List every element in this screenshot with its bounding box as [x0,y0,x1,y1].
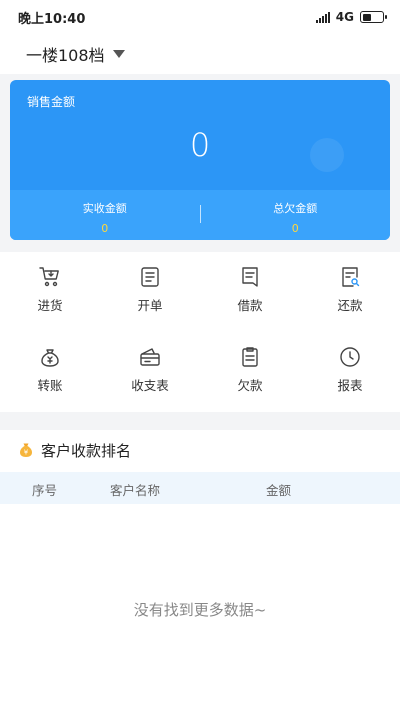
menu-item-invoice[interactable]: 开单 [100,252,200,332]
clock-icon [340,347,360,367]
received-amount: 实收金额 0 [10,190,200,240]
column-amount: 金额 [266,483,292,498]
battery-icon [360,11,387,23]
dropdown-caret-icon [112,50,125,58]
menu-item-report[interactable]: 报表 [300,332,400,412]
column-index: 序号 [32,483,58,498]
menu-label: 转账 [37,378,63,393]
cart-icon [39,267,59,287]
invoice-icon [141,267,159,287]
menu-label: 开单 [137,298,163,313]
document-icon [242,267,258,287]
received-value: 0 [101,222,109,235]
owed-value: 0 [291,222,299,235]
search-document-icon [342,267,360,287]
status-bar: 晚上10:40 4G [0,0,400,34]
menu-item-purchase[interactable]: 进货 [0,252,100,332]
menu-item-repayment[interactable]: 还款 [300,252,400,332]
clipboard-icon [242,347,258,367]
empty-state-text: 没有找到更多数据~ [133,601,267,619]
menu-item-loan[interactable]: 借款 [200,252,300,332]
wallet-icon [140,348,160,366]
received-label: 实收金额 [82,202,127,215]
ranking-title: 客户收款排名 [41,441,132,460]
section-divider [0,412,400,430]
menu-label: 还款 [337,298,363,313]
menu-label: 借款 [237,298,263,313]
menu-label: 报表 [337,378,363,393]
sales-amount-label: 销售金额 [27,95,76,109]
menu-label: 欠款 [237,378,263,393]
store-name: 一楼108档 [26,46,105,65]
network-type: 4G [335,10,354,24]
menu-item-transfer[interactable]: 转账 [0,332,100,412]
status-time: 晚上10:40 [18,11,86,27]
store-selector[interactable]: 一楼108档 [0,34,400,74]
menu-label: 进货 [37,298,63,313]
column-customer-name: 客户名称 [110,483,161,498]
ranking-table-header: 序号 客户名称 金额 [0,472,400,504]
signal-icon [315,11,330,23]
owed-amount: 总欠金额 0 [201,190,391,240]
sales-summary-card: 销售金额 0 实收金额 0 总欠金额 0 [10,80,390,240]
menu-item-debt[interactable]: 欠款 [200,332,300,412]
menu-label: 收支表 [131,378,169,393]
sales-amount-value: 0 [189,126,211,164]
menu-item-income-expense[interactable]: 收支表 [100,332,200,412]
gold-bag-icon: ¥ [20,443,32,457]
svg-text:¥: ¥ [24,449,29,457]
status-icons: 4G [315,10,387,24]
ranking-header: ¥ 客户收款排名 [0,430,400,470]
owed-label: 总欠金额 [273,202,318,215]
function-menu: 进货 开单 借款 还款 转账 收支表 欠款 报表 [0,252,400,412]
card-bottom-row: 实收金额 0 总欠金额 0 [10,190,390,240]
money-bag-icon [41,349,59,367]
